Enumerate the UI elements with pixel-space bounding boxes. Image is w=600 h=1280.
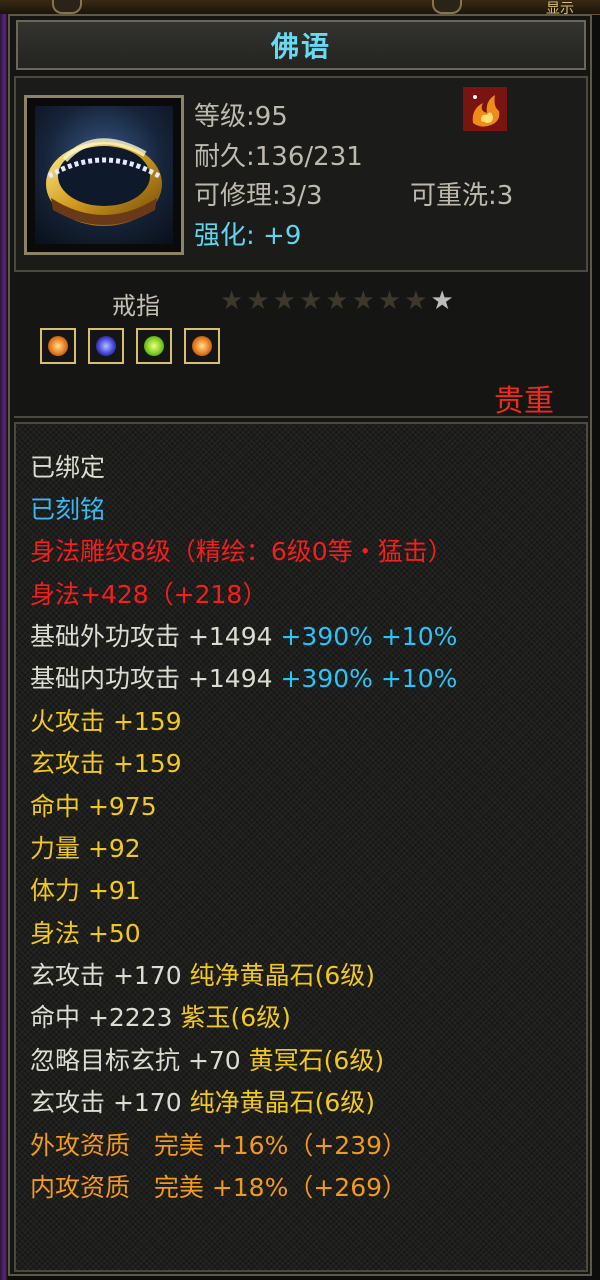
item-level: 等级:95 [194, 102, 288, 132]
strength-attr: 力量 +92 [30, 834, 141, 863]
frame-knob-left [52, 0, 82, 14]
stamina-attr: 体力 +91 [30, 876, 141, 905]
agility-bonus-attr: 身法+428（+218） [30, 580, 268, 609]
star-icon: ★ [272, 286, 296, 316]
gem-attr-4-gem: 纯净黄晶石(6级) [189, 1088, 375, 1117]
gem-slot-1[interactable] [40, 328, 76, 364]
item-durability: 耐久:136/231 [194, 142, 363, 172]
gem-attr-2-stat: 命中 +2223 [30, 1003, 173, 1032]
gem-attr-1-gem: 纯净黄晶石(6级) [189, 961, 375, 990]
base-ext-attack-attr: 基础外功攻击 +1494 +390% +10% [30, 620, 457, 654]
item-name: 佛语 [270, 30, 331, 63]
gem-slot-3[interactable] [136, 328, 172, 364]
gem-attr-3: 忽略目标玄抗 +70 黄冥石(6级) [30, 1044, 384, 1078]
ext-quality-grade: 完美 [153, 1131, 204, 1160]
gem-attr-4-stat: 玄攻击 +170 [30, 1088, 182, 1117]
item-rewash: 可重洗:3 [410, 181, 514, 211]
agility-attr: 身法 +50 [30, 919, 141, 948]
gem-attr-3-stat: 忽略目标玄抗 +70 [30, 1046, 241, 1075]
int-quality-attr: 内攻资质 完美 +18%（+269） [30, 1171, 407, 1205]
item-repairable: 可修理:3/3 [194, 181, 323, 211]
star-rating: ★ ★ ★ ★ ★ ★ ★ ★ ★ [220, 286, 454, 316]
base-int-attack-pct1: +390% [280, 664, 373, 693]
int-quality-value: +18%（+269） [211, 1173, 408, 1202]
gem-attr-4: 玄攻击 +170 纯净黄晶石(6级) [30, 1086, 375, 1120]
window-top-strip: 显示 [0, 0, 600, 17]
gem-attr-2-gem: 紫玉(6级) [180, 1003, 291, 1032]
gem-slot-2[interactable] [88, 328, 124, 364]
star-icon: ★ [246, 286, 270, 316]
base-int-attack-label: 基础内功攻击 +1494 [30, 664, 273, 693]
fire-attack-attr: 火攻击 +159 [30, 707, 182, 736]
orange-gem-icon [48, 336, 68, 356]
int-quality-label: 内攻资质 [30, 1173, 131, 1202]
green-gem-icon [144, 336, 164, 356]
base-ext-attack-pct2: +10% [380, 622, 458, 651]
rarity-label: 贵重 [494, 384, 554, 419]
base-int-attack-pct2: +10% [380, 664, 458, 693]
base-ext-attack-pct1: +390% [280, 622, 373, 651]
gem-slot-4[interactable] [184, 328, 220, 364]
gem-attr-1: 玄攻击 +170 纯净黄晶石(6级) [30, 959, 375, 993]
title-bar: 佛语 [16, 20, 586, 70]
ext-quality-attr: 外攻资质 完美 +16%（+239） [30, 1129, 407, 1163]
orange-gem-icon [192, 336, 212, 356]
gold-ring-icon [35, 106, 173, 244]
item-type: 戒指 [112, 292, 160, 320]
carving-attr: 身法雕纹8级（精绘：6级0等・猛击） [30, 537, 453, 566]
gem-attr-1-stat: 玄攻击 +170 [30, 961, 182, 990]
enhance-value: +9 [263, 221, 302, 251]
blue-gem-icon [96, 336, 116, 356]
frame-knob-right [432, 0, 462, 14]
star-icon: ★ [325, 286, 349, 316]
gem-attr-2: 命中 +2223 紫玉(6级) [30, 1001, 291, 1035]
gem-attr-3-gem: 黄冥石(6级) [248, 1046, 385, 1075]
star-icon: ★ [404, 286, 428, 316]
star-icon: ★ [298, 286, 323, 316]
mystic-attack-attr: 玄攻击 +159 [30, 749, 182, 778]
ext-quality-value: +16%（+239） [211, 1131, 408, 1160]
int-quality-grade: 完美 [153, 1173, 204, 1202]
star-icon: ★ [220, 286, 244, 316]
fire-effect-icon[interactable] [463, 87, 507, 131]
bound-status: 已绑定 [30, 453, 106, 482]
base-int-attack-attr: 基础内功攻击 +1494 +390% +10% [30, 662, 457, 696]
star-icon: ★ [377, 286, 402, 316]
hit-attr: 命中 +975 [30, 792, 157, 821]
star-icon: ★ [430, 286, 454, 316]
item-enhance: 强化: +9 [194, 215, 301, 252]
star-icon: ★ [351, 286, 375, 316]
ext-quality-label: 外攻资质 [30, 1131, 131, 1160]
base-ext-attack-label: 基础外功攻击 +1494 [30, 622, 273, 651]
item-icon-frame[interactable] [24, 95, 184, 255]
enhance-label: 强化: [194, 221, 255, 251]
left-border [0, 14, 8, 1280]
engraved-status: 已刻铭 [30, 495, 106, 524]
